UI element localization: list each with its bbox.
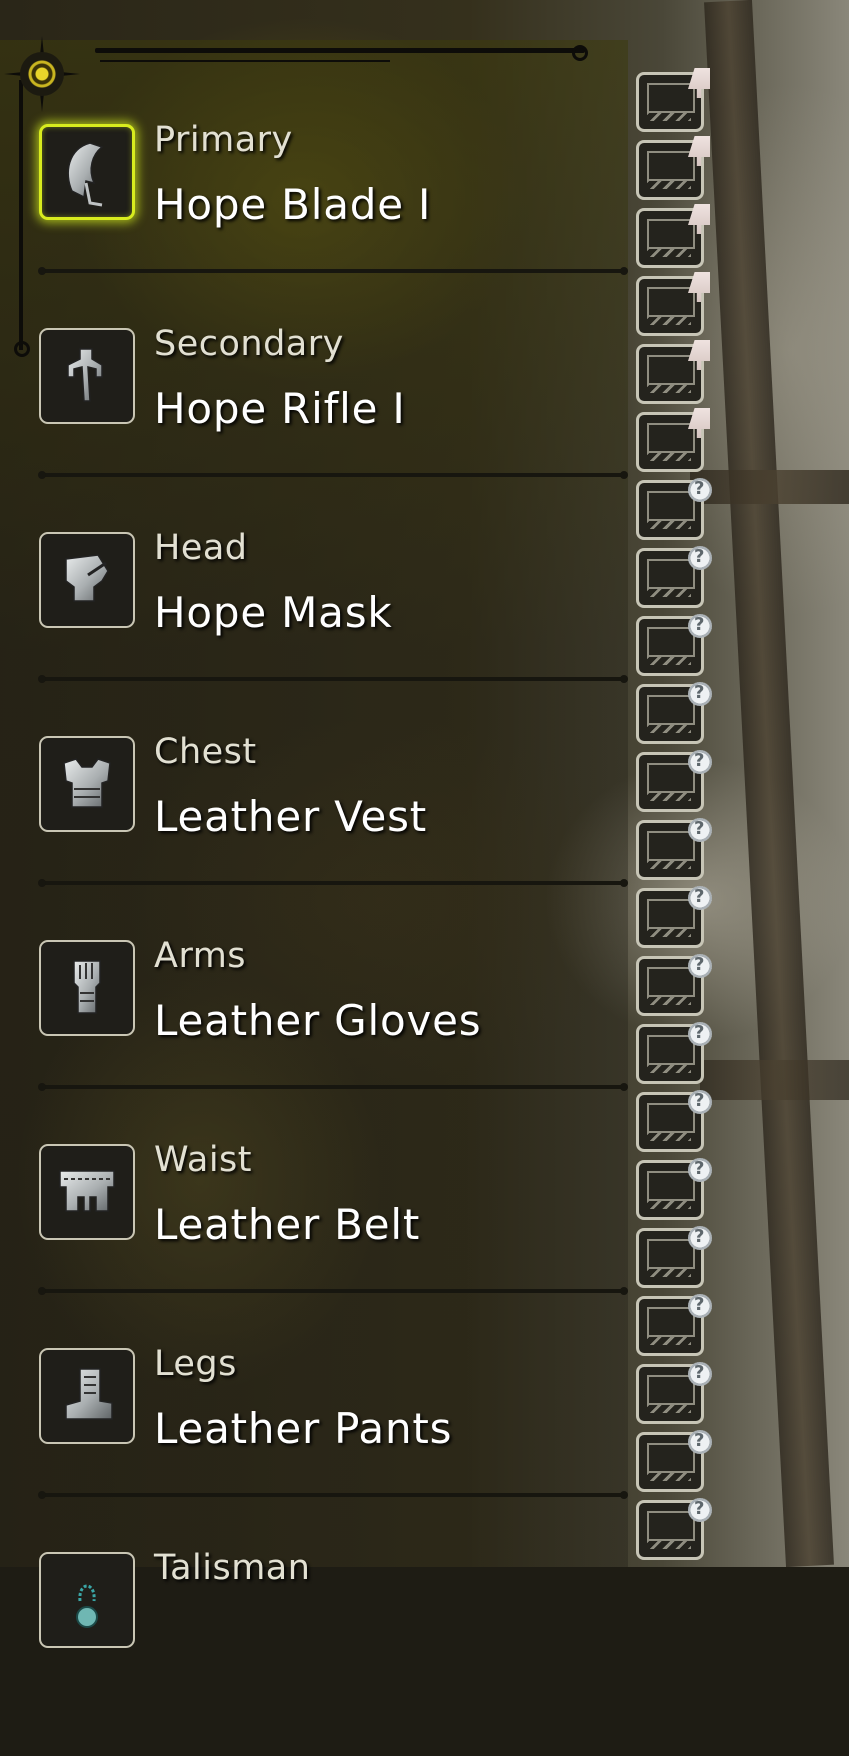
question-badge-icon [688,546,712,570]
slot-label: Talisman [154,1548,311,1588]
background-beam [700,1060,849,1100]
equipment-row-primary[interactable]: Primary Hope Blade I [0,120,628,328]
gauntlet-icon [50,949,124,1027]
item-name: Leather Vest [154,792,428,841]
loadout-slot[interactable] [636,1294,712,1356]
row-divider [38,675,628,683]
question-badge-icon [688,818,712,842]
loadout-slot[interactable] [636,682,712,744]
equipment-row-arms[interactable]: Arms Leather Gloves [0,936,628,1144]
loadout-slot[interactable] [636,408,710,472]
row-divider [38,1287,628,1295]
chest-armor-icon [50,745,124,823]
loadout-slot[interactable] [636,818,712,880]
item-name: Hope Rifle I [154,384,406,433]
equipment-row-chest[interactable]: Chest Leather Vest [0,732,628,940]
background-beam [690,470,849,504]
equipment-row-waist[interactable]: Waist Leather Belt [0,1140,628,1348]
loadout-slot[interactable] [636,1090,712,1152]
loadout-slot[interactable] [636,546,712,608]
slot-label: Arms [154,936,247,976]
row-divider [38,1083,628,1091]
blade-icon [50,133,124,211]
equipment-row-head[interactable]: Head Hope Mask [0,528,628,736]
loadout-slot[interactable] [636,204,710,268]
row-divider [38,879,628,887]
row-divider [38,1491,628,1499]
item-name: Leather Gloves [154,996,482,1045]
loadout-slot[interactable] [636,614,712,676]
question-badge-icon [688,1090,712,1114]
loadout-slot[interactable] [636,136,710,200]
question-badge-icon [688,1022,712,1046]
chest-slot-icon-box[interactable] [39,736,135,832]
question-badge-icon [688,954,712,978]
loadout-slot[interactable] [636,750,712,812]
legs-slot-icon-box[interactable] [39,1348,135,1444]
slot-label: Legs [154,1344,237,1384]
panel-frame-trim [100,60,390,62]
arms-slot-icon-box[interactable] [39,940,135,1036]
loadout-slot[interactable] [636,1498,712,1560]
loadout-slot[interactable] [636,954,712,1016]
question-badge-icon [688,1226,712,1250]
slot-label: Waist [154,1140,252,1180]
equipment-row-talisman[interactable]: Talisman [0,1548,628,1756]
loadout-slot[interactable] [636,272,710,336]
belt-icon [50,1153,124,1231]
item-name: Leather Pants [154,1404,453,1453]
helmet-icon [50,541,124,619]
question-badge-icon [688,1498,712,1522]
loadout-slot[interactable] [636,478,712,540]
loadout-slot[interactable] [636,68,710,132]
row-divider [38,471,628,479]
slot-label: Head [154,528,248,568]
loadout-slot[interactable] [636,340,710,404]
question-badge-icon [688,1294,712,1318]
question-badge-icon [688,1158,712,1182]
talisman-icon [50,1561,124,1639]
panel-frame-top [95,48,585,53]
item-name: Hope Blade I [154,180,432,229]
head-slot-icon-box[interactable] [39,532,135,628]
loadout-slot[interactable] [636,886,712,948]
slot-label: Primary [154,120,293,160]
waist-slot-icon-box[interactable] [39,1144,135,1240]
loadout-slot[interactable] [636,1022,712,1084]
question-badge-icon [688,1362,712,1386]
sun-emblem-icon [20,52,64,96]
equipment-row-secondary[interactable]: Secondary Hope Rifle I [0,324,628,532]
question-badge-icon [688,478,712,502]
loadout-slot[interactable] [636,1226,712,1288]
item-name: Leather Belt [154,1200,421,1249]
question-badge-icon [688,1430,712,1454]
loadout-slot[interactable] [636,1158,712,1220]
question-badge-icon [688,614,712,638]
question-badge-icon [688,750,712,774]
slot-label: Secondary [154,324,344,364]
row-divider [38,267,628,275]
question-badge-icon [688,682,712,706]
loadout-slot[interactable] [636,1430,712,1492]
slot-label: Chest [154,732,257,772]
secondary-slot-icon-box[interactable] [39,328,135,424]
talisman-slot-icon-box[interactable] [39,1552,135,1648]
primary-slot-icon-box[interactable] [39,124,135,220]
item-name: Hope Mask [154,588,393,637]
equipment-row-legs[interactable]: Legs Leather Pants [0,1344,628,1552]
question-badge-icon [688,886,712,910]
greaves-icon [50,1357,124,1435]
panel-frame-end [572,45,588,61]
rifle-icon [50,337,124,415]
loadout-slot[interactable] [636,1362,712,1424]
